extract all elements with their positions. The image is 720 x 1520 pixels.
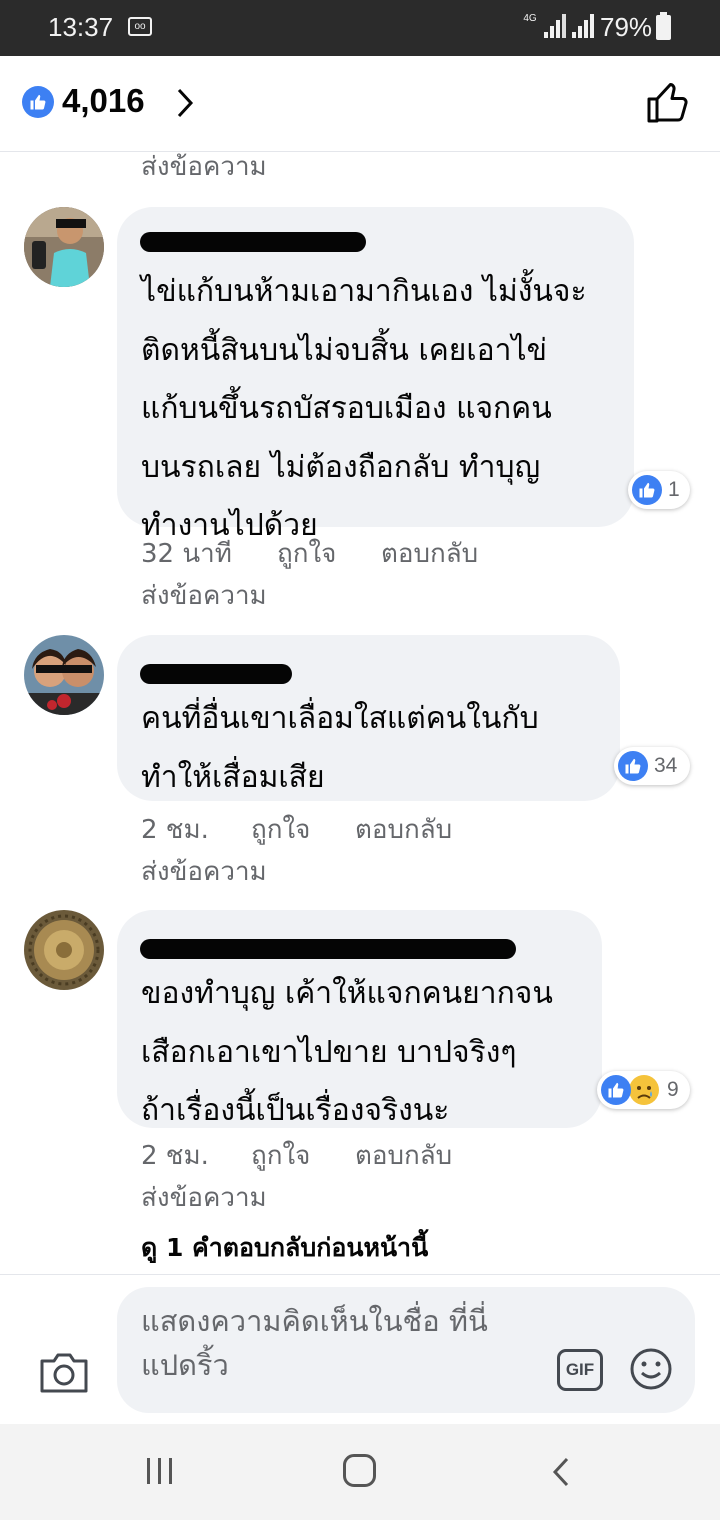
- comment-line: ทำให้เสื่อมเสีย: [141, 759, 325, 795]
- comment-text: ของทำบุญ เค้าให้แจกคนยากจน เสือกเอาเขาไป…: [141, 965, 553, 1141]
- emoji-icon[interactable]: [629, 1347, 673, 1391]
- comment-line: เสือกเอาเขาไปขาย บาปจริงๆ: [141, 1034, 517, 1070]
- comment-composer: แสดงความคิดเห็นในชื่อ ที่นี่แปดริ้ว GIF: [0, 1274, 720, 1424]
- reaction-summary[interactable]: 1: [628, 471, 690, 509]
- home-icon[interactable]: [343, 1454, 376, 1487]
- reaction-summary[interactable]: 34: [614, 747, 690, 785]
- voicemail-icon: oo: [128, 17, 152, 36]
- system-nav-bar: [0, 1424, 720, 1520]
- comment-line: แก้บนขึ้นรถบัสรอบเมือง แจกคน: [141, 391, 552, 426]
- battery-icon: [656, 12, 671, 40]
- signal-icon: [544, 14, 566, 38]
- comment-line: ติดหนี้สินบนไม่จบสิ้น เคยเอาไข่: [141, 332, 548, 368]
- reaction-count: 1: [668, 478, 680, 501]
- reply-link[interactable]: ตอบกลับ: [355, 809, 452, 850]
- signal-icon: [572, 14, 594, 38]
- like-badge-icon: [22, 86, 54, 118]
- network-type: 4G: [523, 13, 537, 24]
- comments-sheet: 4,016 ส่งข้อความ ไข่แก้บนห้ามเอามากินเอง…: [0, 56, 720, 1424]
- like-reaction-icon: [618, 751, 648, 781]
- comment-time: 32 นาที: [141, 539, 232, 569]
- reaction-count: 34: [654, 754, 678, 777]
- like-reaction-icon: [632, 475, 662, 505]
- chevron-right-icon[interactable]: [176, 88, 194, 118]
- recent-apps-icon[interactable]: [145, 1456, 175, 1486]
- thumbs-up-icon[interactable]: [645, 80, 691, 124]
- gif-icon[interactable]: GIF: [557, 1349, 603, 1391]
- comment-line: ของทำบุญ เค้าให้แจกคนยากจน: [141, 976, 553, 1011]
- send-message-link[interactable]: ส่งข้อความ: [141, 851, 267, 892]
- reply-link[interactable]: ตอบกลับ: [355, 1135, 452, 1176]
- like-link[interactable]: ถูกใจ: [251, 809, 310, 850]
- redacted-name: [140, 232, 366, 252]
- status-bar: 13:37 oo 4G 79%: [0, 0, 720, 56]
- avatar[interactable]: [24, 207, 104, 287]
- avatar[interactable]: [24, 635, 104, 715]
- camera-icon[interactable]: [38, 1351, 90, 1395]
- send-message-link[interactable]: ส่งข้อความ: [141, 575, 267, 616]
- reaction-summary[interactable]: 9: [597, 1071, 690, 1109]
- comment-line: ไข่แก้บนห้ามเอามากินเอง ไม่งั้นจะ: [141, 274, 587, 309]
- view-previous-replies-link[interactable]: ดู 1 คำตอบกลับก่อนหน้านี้: [141, 1228, 428, 1268]
- back-icon[interactable]: [551, 1457, 571, 1487]
- reaction-count: 9: [667, 1078, 679, 1101]
- like-reaction-icon: [601, 1075, 631, 1105]
- comment-line: ถ้าเรื่องนี้เป็นเรื่องจริงนะ: [141, 1093, 450, 1128]
- battery-percent: 79%: [600, 12, 653, 42]
- comment-input-placeholder: แสดงความคิดเห็นในชื่อ ที่นี่แปดริ้ว: [141, 1304, 488, 1382]
- avatar[interactable]: [24, 910, 104, 990]
- redacted-name: [140, 664, 292, 684]
- send-message-link[interactable]: ส่งข้อความ: [141, 146, 267, 187]
- like-count[interactable]: 4,016: [62, 82, 145, 120]
- reply-link[interactable]: ตอบกลับ: [381, 533, 478, 574]
- comment-time: 2 ชม.: [141, 815, 209, 845]
- comment-time: 2 ชม.: [141, 1141, 209, 1171]
- comment-line: บนรถเลย ไม่ต้องถือกลับ ทำบุญ: [141, 449, 541, 485]
- reactions-header: 4,016: [0, 56, 720, 152]
- comment-text: คนที่อื่นเขาเลื่อมใสแต่คนในกับ ทำให้เสื่…: [141, 690, 539, 807]
- comment-text: ไข่แก้บนห้ามเอามากินเอง ไม่งั้นจะ ติดหนี…: [141, 263, 587, 556]
- comment-input[interactable]: แสดงความคิดเห็นในชื่อ ที่นี่แปดริ้ว GIF: [117, 1287, 695, 1413]
- sad-reaction-icon: [629, 1075, 659, 1105]
- redacted-name: [140, 939, 516, 959]
- send-message-link[interactable]: ส่งข้อความ: [141, 1177, 267, 1218]
- status-time: 13:37: [48, 12, 114, 42]
- comment-line: คนที่อื่นเขาเลื่อมใสแต่คนในกับ: [141, 701, 539, 736]
- like-link[interactable]: ถูกใจ: [251, 1135, 310, 1176]
- like-link[interactable]: ถูกใจ: [277, 533, 336, 574]
